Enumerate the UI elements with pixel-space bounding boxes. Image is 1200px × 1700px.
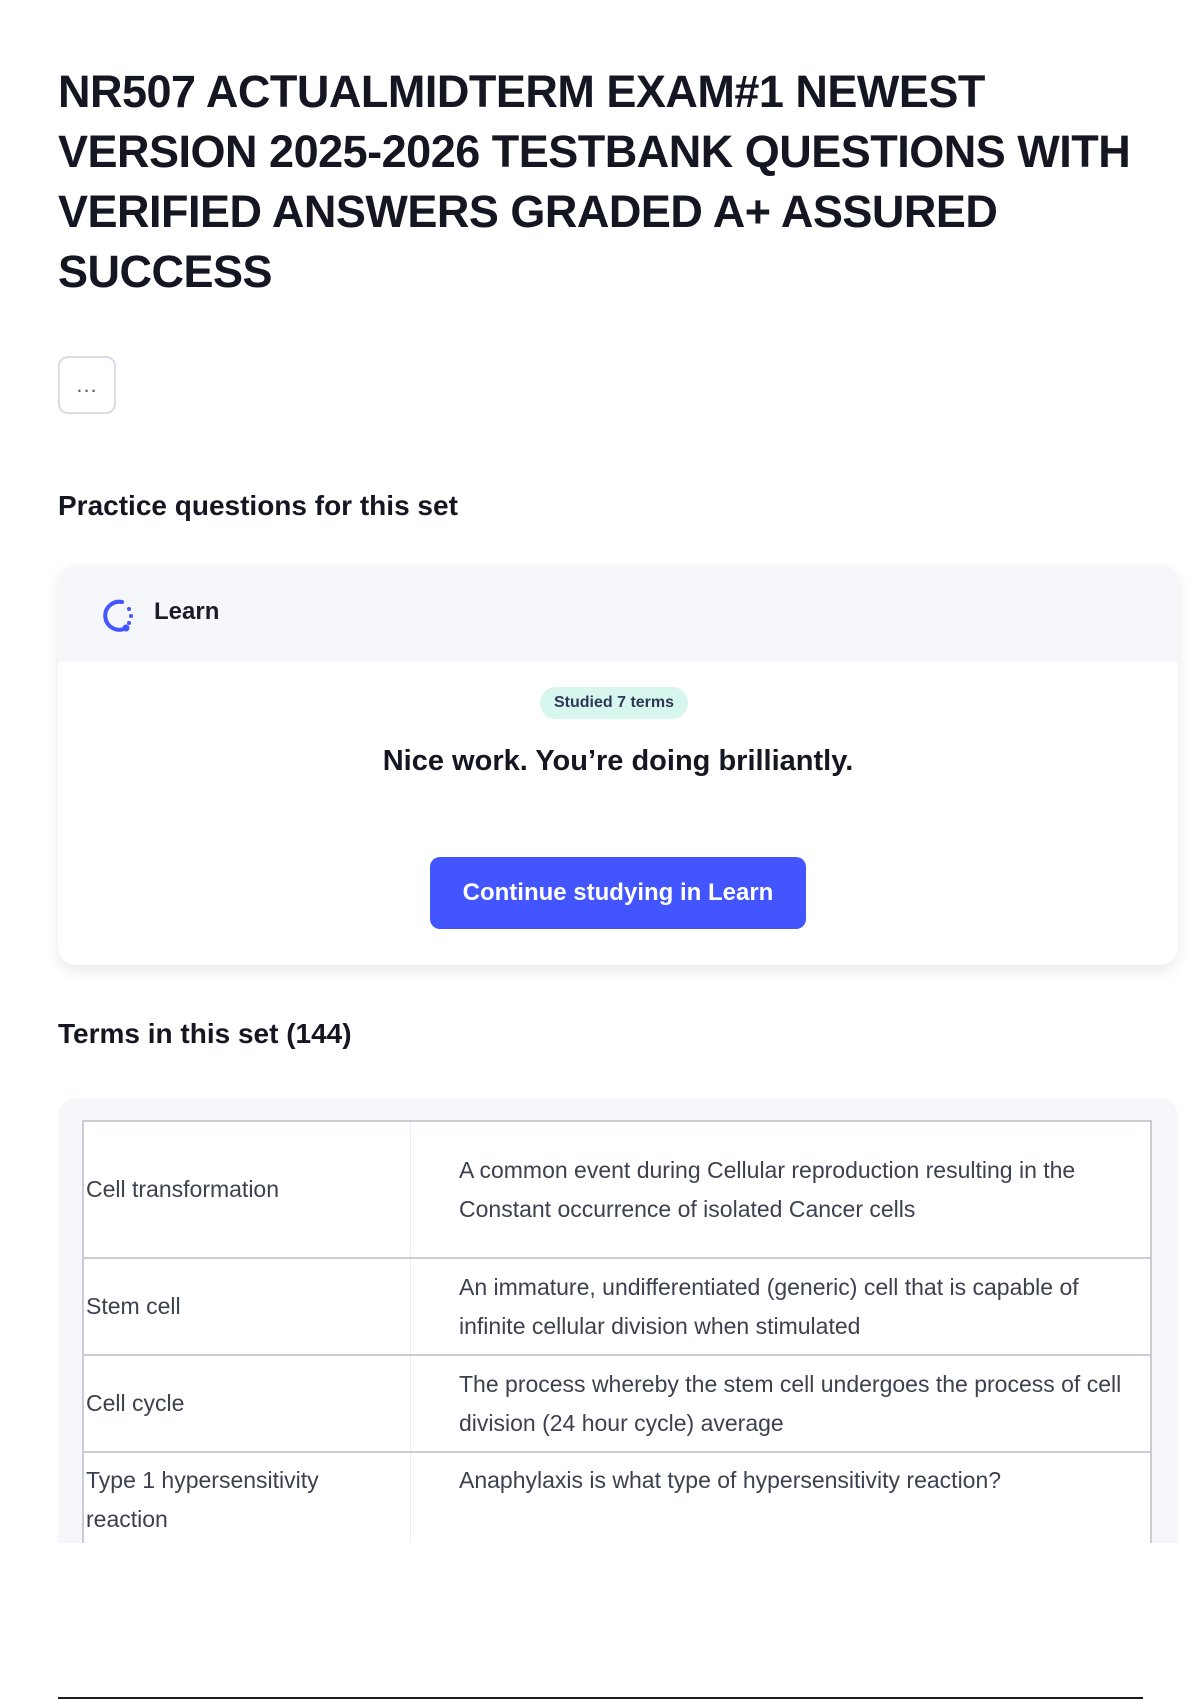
learn-card-header[interactable]: Learn <box>58 565 1178 662</box>
definition-cell: An immature, undifferentiated (generic) … <box>410 1257 1152 1356</box>
term-cell: Type 1 hypersensitivity reaction <box>82 1451 411 1543</box>
table-row[interactable]: Cell transformation A common event durin… <box>82 1120 1152 1259</box>
more-options-icon: ... <box>76 372 98 397</box>
studied-terms-badge: Studied 7 terms <box>540 687 689 719</box>
learn-progress-icon <box>103 599 133 632</box>
terms-table: Cell transformation A common event durin… <box>82 1120 1152 1543</box>
practice-questions-heading: Practice questions for this set <box>58 490 458 521</box>
learn-card: Learn Studied 7 terms Nice work. You’re … <box>58 565 1178 965</box>
more-options-button[interactable]: ... <box>58 356 116 414</box>
terms-heading: Terms in this set (144) <box>58 1018 352 1049</box>
continue-studying-button[interactable]: Continue studying in Learn <box>430 857 806 929</box>
table-row[interactable]: Cell cycle The process whereby the stem … <box>82 1354 1152 1453</box>
page-divider <box>58 1697 1143 1699</box>
definition-cell: Anaphylaxis is what type of hypersensiti… <box>410 1451 1152 1543</box>
page-title: NR507 ACTUALMIDTERM EXAM#1 NEWEST VERSIO… <box>58 66 1131 297</box>
term-cell: Cell cycle <box>82 1354 411 1453</box>
learn-label: Learn <box>154 598 220 625</box>
definition-cell: A common event during Cellular reproduct… <box>410 1120 1152 1259</box>
table-row[interactable]: Type 1 hypersensitivity reaction Anaphyl… <box>82 1451 1152 1543</box>
definition-cell: The process whereby the stem cell underg… <box>410 1354 1152 1453</box>
terms-card: Cell transformation A common event durin… <box>58 1098 1178 1543</box>
term-cell: Cell transformation <box>82 1120 411 1259</box>
term-cell: Stem cell <box>82 1257 411 1356</box>
table-row[interactable]: Stem cell An immature, undifferentiated … <box>82 1257 1152 1356</box>
progress-message: Nice work. You’re doing brilliantly. <box>382 745 854 777</box>
